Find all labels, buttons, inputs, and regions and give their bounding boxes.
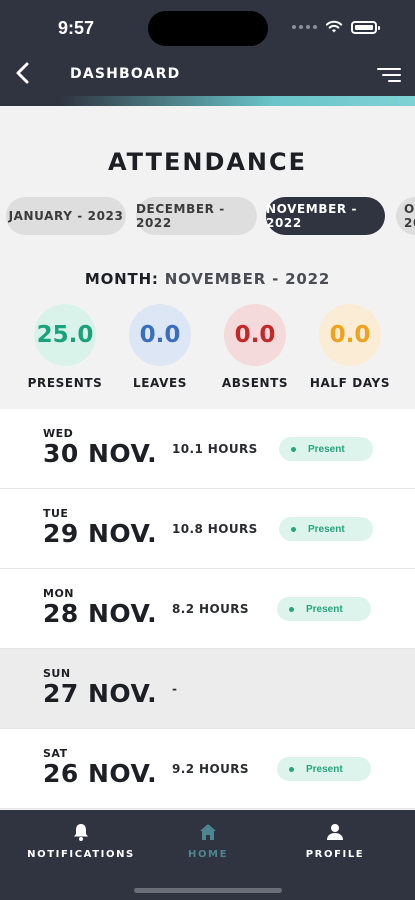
- day-date: 26 NOV.: [43, 759, 158, 788]
- signal-icon: [292, 25, 317, 29]
- day-date: 29 NOV.: [43, 519, 158, 548]
- month-line: MONTH: NOVEMBER - 2022: [0, 270, 415, 288]
- battery-icon: [351, 20, 380, 34]
- dynamic-island: [148, 11, 268, 46]
- status-text: Present: [308, 443, 345, 455]
- status-badge: Present: [277, 597, 371, 621]
- stat-value: 25.0: [34, 304, 96, 366]
- status-badge: Present: [277, 757, 371, 781]
- tab-january-2023[interactable]: JANUARY - 2023: [6, 197, 126, 235]
- bell-icon: [74, 824, 88, 841]
- list-item[interactable]: WED 30 NOV. 10.1 HOURS Present: [0, 409, 415, 489]
- back-chevron-icon[interactable]: [12, 60, 34, 86]
- attendance-summary: MONTH: NOVEMBER - 2022 25.0 PRESENTS 0.0 …: [0, 254, 415, 409]
- header-accent-bar: [60, 96, 415, 106]
- stat-caption: LEAVES: [132, 376, 188, 390]
- nav-label: NOTIFICATIONS: [27, 849, 135, 860]
- list-item[interactable]: TUE 29 NOV. 10.8 HOURS Present: [0, 489, 415, 569]
- status-badge: Present: [279, 517, 373, 541]
- month-value: NOVEMBER - 2022: [164, 270, 331, 288]
- list-item[interactable]: SUN 27 NOV. -: [0, 649, 415, 729]
- tab-december-2022[interactable]: DECEMBER - 2022: [136, 197, 257, 235]
- stat-caption: HALF DAYS: [309, 376, 391, 390]
- tab-november-2022[interactable]: NOVEMBER - 2022: [266, 197, 385, 235]
- status-time: 9:57: [58, 18, 95, 38]
- nav-label: HOME: [187, 849, 229, 860]
- worked-hours: 9.2 HOURS: [172, 762, 249, 776]
- stat-presents: 25.0 PRESENTS: [20, 304, 110, 390]
- status-badge: Present: [279, 437, 373, 461]
- stat-absents: 0.0 ABSENTS: [210, 304, 300, 390]
- nav-notifications[interactable]: NOTIFICATIONS: [16, 822, 146, 860]
- status-dot-icon: [289, 606, 294, 612]
- stat-value: 0.0: [319, 304, 381, 366]
- worked-hours: 10.8 HOURS: [172, 522, 258, 536]
- status-icons: [292, 20, 380, 34]
- day-date: 27 NOV.: [43, 679, 158, 708]
- day-date: 28 NOV.: [43, 599, 158, 628]
- list-item[interactable]: MON 28 NOV. 8.2 HOURS Present: [0, 569, 415, 649]
- home-indicator[interactable]: [134, 888, 282, 893]
- worked-hours: 10.1 HOURS: [172, 442, 258, 456]
- menu-icon[interactable]: [377, 68, 401, 86]
- month-label: MONTH:: [84, 270, 159, 288]
- status-text: Present: [306, 763, 343, 775]
- home-icon: [200, 824, 216, 840]
- wifi-icon: [325, 20, 343, 33]
- bottom-nav: NOTIFICATIONS HOME PROFILE: [0, 810, 415, 900]
- nav-profile[interactable]: PROFILE: [270, 822, 400, 860]
- attendance-list: WED 30 NOV. 10.1 HOURS Present TUE 29 NO…: [0, 409, 415, 809]
- day-date: 30 NOV.: [43, 439, 158, 468]
- nav-label: PROFILE: [305, 849, 365, 860]
- month-tabs: JANUARY - 2023 DECEMBER - 2022 NOVEMBER …: [6, 197, 415, 237]
- status-text: Present: [308, 523, 345, 535]
- status-dot-icon: [291, 446, 296, 452]
- status-dot-icon: [289, 766, 294, 772]
- tab-october-2022[interactable]: OCTOBER - 2022: [396, 197, 415, 235]
- status-text: Present: [306, 603, 343, 615]
- status-dot-icon: [291, 526, 296, 532]
- stat-value: 0.0: [224, 304, 286, 366]
- header-title: DASHBOARD: [70, 66, 181, 82]
- stat-caption: ABSENTS: [221, 376, 289, 390]
- worked-hours: -: [172, 682, 178, 696]
- stat-caption: PRESENTS: [27, 376, 103, 390]
- top-bar: 9:57 DASHBOARD: [0, 0, 415, 106]
- stat-half-days: 0.0 HALF DAYS: [305, 304, 395, 390]
- person-icon: [327, 824, 343, 840]
- list-item[interactable]: SAT 26 NOV. 9.2 HOURS Present: [0, 729, 415, 809]
- page-title: ATTENDANCE: [107, 148, 308, 176]
- worked-hours: 8.2 HOURS: [172, 602, 249, 616]
- stat-value: 0.0: [129, 304, 191, 366]
- nav-home[interactable]: HOME: [143, 822, 273, 860]
- stat-leaves: 0.0 LEAVES: [115, 304, 205, 390]
- tab-label: OCTOBER - 2022: [404, 202, 415, 230]
